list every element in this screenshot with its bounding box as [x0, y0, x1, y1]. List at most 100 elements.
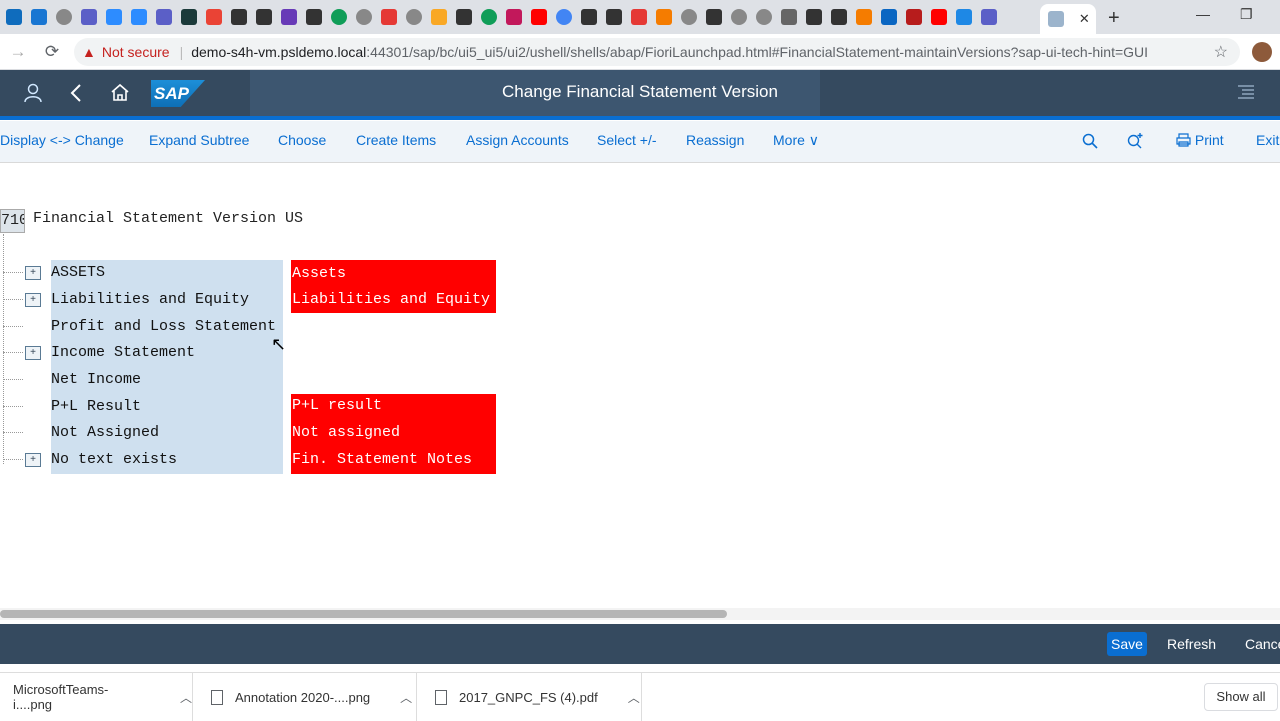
- youtube-tab-icon[interactable]: [531, 9, 547, 25]
- address-bar-row: → ⟳ ▲ Not secure | demo-s4h-vm.psldemo.l…: [0, 34, 1280, 70]
- tree-node-pl-result[interactable]: P+L Result: [51, 398, 141, 415]
- tree-node-not-assigned[interactable]: Not Assigned: [51, 424, 159, 441]
- menu-icon[interactable]: [1237, 84, 1255, 100]
- app-tab-icon[interactable]: [781, 9, 797, 25]
- app-tab-icon[interactable]: [506, 9, 522, 25]
- download-item[interactable]: 2017_GNPC_FS (4).pdf ︿: [417, 673, 642, 721]
- app-tab-icon[interactable]: [856, 9, 872, 25]
- restore-button[interactable]: ❐: [1240, 6, 1253, 23]
- reassign-button[interactable]: Reassign: [686, 132, 744, 148]
- tree-node-profit-loss[interactable]: Profit and Loss Statement: [51, 318, 276, 335]
- folder-icon[interactable]: +: [25, 293, 41, 307]
- tree-node-liabilities[interactable]: Liabilities and Equity: [51, 291, 249, 308]
- google-tab-icon[interactable]: [556, 9, 572, 25]
- display-change-button[interactable]: Display <-> Change: [0, 132, 124, 148]
- app-tab-icon[interactable]: [256, 9, 272, 25]
- root-node-key[interactable]: 710: [0, 209, 25, 233]
- print-button[interactable]: Print: [1176, 132, 1224, 148]
- bookmark-star-icon[interactable]: ☆: [1214, 42, 1228, 62]
- cancel-button[interactable]: Cancel: [1245, 636, 1280, 652]
- tree-node-income-statement[interactable]: Income Statement: [51, 344, 195, 361]
- footer-bar: Save Refresh Cancel: [0, 624, 1280, 664]
- more-button[interactable]: More ∨: [773, 132, 819, 149]
- globe-tab-icon[interactable]: [756, 9, 772, 25]
- globe-tab-icon[interactable]: [731, 9, 747, 25]
- more-label: More: [773, 132, 805, 148]
- teams-tab-icon[interactable]: [81, 9, 97, 25]
- node-description-notes[interactable]: Fin. Statement Notes: [291, 448, 496, 474]
- download-item[interactable]: MicrosoftTeams-i....png ︿: [0, 673, 193, 721]
- folder-icon[interactable]: +: [25, 266, 41, 280]
- tree-node-assets[interactable]: ASSETS: [51, 264, 105, 281]
- search-next-icon[interactable]: [1127, 132, 1145, 150]
- chevron-up-icon[interactable]: ︿: [180, 689, 192, 706]
- url-bar[interactable]: ▲ Not secure | demo-s4h-vm.psldemo.local…: [74, 38, 1240, 66]
- gmail-tab-icon[interactable]: [206, 9, 222, 25]
- forward-button[interactable]: →: [4, 42, 32, 62]
- app-tab-icon[interactable]: [306, 9, 322, 25]
- globe-tab-icon[interactable]: [356, 9, 372, 25]
- node-description-pl-result[interactable]: P+L result: [291, 394, 496, 421]
- sap-tab-icon[interactable]: [956, 9, 972, 25]
- refresh-button[interactable]: Refresh: [1167, 636, 1216, 652]
- select-toggle-button[interactable]: Select +/-: [597, 132, 657, 148]
- chevron-up-icon[interactable]: ︿: [628, 689, 640, 706]
- outlook-tab-icon[interactable]: [6, 9, 22, 25]
- teams-tab-icon[interactable]: [156, 9, 172, 25]
- app-tab-icon[interactable]: [831, 9, 847, 25]
- exit-button[interactable]: Exit: [1256, 132, 1279, 148]
- globe-tab-icon[interactable]: [56, 9, 72, 25]
- folder-icon[interactable]: +: [25, 346, 41, 360]
- minimize-button[interactable]: —: [1196, 6, 1210, 22]
- app-tab-icon[interactable]: [231, 9, 247, 25]
- app-tab-icon[interactable]: [806, 9, 822, 25]
- tree-node-net-income[interactable]: Net Income: [51, 371, 141, 388]
- chevron-up-icon[interactable]: ︿: [400, 689, 412, 706]
- globe-tab-icon[interactable]: [681, 9, 697, 25]
- node-description-liabilities[interactable]: Liabilities and Equity: [291, 287, 496, 313]
- app-tab-icon[interactable]: [481, 9, 497, 25]
- scrollbar-thumb[interactable]: [0, 610, 727, 618]
- app-tab-icon[interactable]: [431, 9, 447, 25]
- choose-button[interactable]: Choose: [278, 132, 326, 148]
- linkedin-tab-icon[interactable]: [881, 9, 897, 25]
- app-tab-icon[interactable]: [631, 9, 647, 25]
- app-tab-icon[interactable]: [656, 9, 672, 25]
- not-secure-label[interactable]: Not secure: [102, 44, 170, 60]
- search-icon[interactable]: [1082, 133, 1098, 149]
- forms-tab-icon[interactable]: [281, 9, 297, 25]
- node-description-not-assigned[interactable]: Not assigned: [291, 421, 496, 448]
- folder-icon[interactable]: +: [25, 453, 41, 467]
- app-tab-icon[interactable]: [456, 9, 472, 25]
- reload-button[interactable]: ⟳: [38, 42, 66, 62]
- assign-accounts-button[interactable]: Assign Accounts: [466, 132, 569, 148]
- app-tab-icon[interactable]: [581, 9, 597, 25]
- zoom-tab-icon[interactable]: [106, 9, 122, 25]
- tree-node-no-text[interactable]: No text exists: [51, 451, 177, 468]
- app-tab-icon[interactable]: [381, 9, 397, 25]
- teams-tab-icon[interactable]: [981, 9, 997, 25]
- root-node-text[interactable]: Financial Statement Version US: [33, 210, 303, 227]
- close-tab-icon[interactable]: ✕: [1079, 11, 1090, 27]
- save-button[interactable]: Save: [1107, 632, 1147, 656]
- app-tab-icon[interactable]: [606, 9, 622, 25]
- image-file-icon: [211, 689, 223, 705]
- show-all-button[interactable]: Show all: [1204, 683, 1278, 711]
- create-items-button[interactable]: Create Items: [356, 132, 436, 148]
- youtube-tab-icon[interactable]: [931, 9, 947, 25]
- profile-avatar[interactable]: [1252, 42, 1272, 62]
- globe-tab-icon[interactable]: [406, 9, 422, 25]
- hbr-tab-icon[interactable]: [906, 9, 922, 25]
- horizontal-scrollbar[interactable]: [0, 608, 1280, 620]
- app-tab-icon[interactable]: [181, 9, 197, 25]
- tree-connector: [3, 459, 23, 460]
- app-tab-icon[interactable]: [31, 9, 47, 25]
- expand-subtree-button[interactable]: Expand Subtree: [149, 132, 249, 148]
- app-tab-icon[interactable]: [706, 9, 722, 25]
- node-description-assets[interactable]: Assets: [291, 260, 496, 287]
- maps-tab-icon[interactable]: [331, 9, 347, 25]
- zoom-tab-icon[interactable]: [131, 9, 147, 25]
- download-item[interactable]: Annotation 2020-....png ︿: [193, 673, 417, 721]
- active-tab[interactable]: ✕: [1040, 4, 1096, 34]
- new-tab-button[interactable]: +: [1108, 7, 1120, 30]
